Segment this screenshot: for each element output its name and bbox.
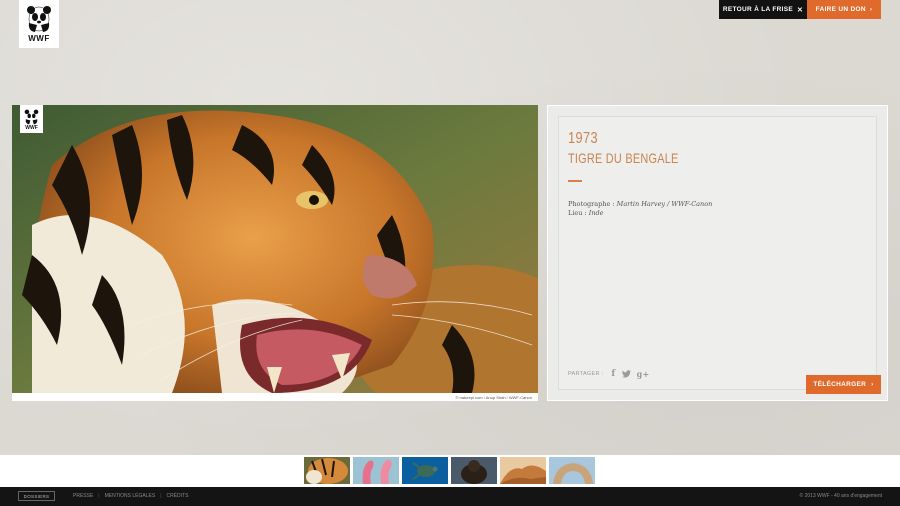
- thumbnail-rock-arch[interactable]: [549, 457, 595, 484]
- place-value: Inde: [588, 209, 604, 217]
- info-panel-inner: 1973 TIGRE DU BENGALE Photographe : Mart…: [558, 116, 881, 394]
- panda-logo-icon: [24, 109, 39, 125]
- footer-link-presse[interactable]: PRESSE: [68, 493, 98, 499]
- info-panel: 1973 TIGRE DU BENGALE Photographe : Mart…: [547, 105, 888, 401]
- share-label: PARTAGER :: [568, 371, 604, 377]
- thumbnail-dunes[interactable]: [500, 457, 546, 484]
- year-heading: 1973: [568, 130, 599, 147]
- place-label: Lieu :: [568, 209, 587, 217]
- species-title: TIGRE DU BENGALE: [568, 150, 679, 166]
- logo-text: WWF: [28, 34, 50, 43]
- copyright-text: © 2013 WWF - 40 ans d'engagement: [799, 493, 882, 499]
- photo-meta: Photographe : Martin Harvey / WWF-Canon …: [568, 200, 712, 218]
- dossiers-button[interactable]: DOSSIERS: [18, 491, 55, 501]
- thumbnail-bear[interactable]: [451, 457, 497, 484]
- chevron-right-icon: ›: [871, 381, 874, 388]
- donate-label: FAIRE UN DON: [815, 6, 866, 13]
- twitter-icon[interactable]: [621, 370, 631, 378]
- back-to-timeline-button[interactable]: RETOUR À LA FRISE ✕: [719, 0, 807, 19]
- back-label: RETOUR À LA FRISE: [722, 6, 793, 13]
- download-label: TÉLÉCHARGER: [813, 381, 867, 388]
- photo-credit: © naturepl.com / Anup Shah / WWF-Canon: [455, 395, 532, 400]
- photo-badge-text: WWF: [25, 125, 38, 131]
- title-divider: [568, 180, 582, 182]
- photo-wwf-badge: WWF: [20, 105, 43, 133]
- download-button[interactable]: TÉLÉCHARGER ›: [806, 375, 881, 394]
- footer-link-mentions[interactable]: MENTIONS LÉGALES: [100, 493, 161, 499]
- thumbnail-tiger[interactable]: [304, 457, 350, 484]
- wwf-logo[interactable]: WWF: [19, 0, 59, 48]
- panda-logo-icon: [27, 6, 51, 32]
- thumbnail-sea-turtle[interactable]: [402, 457, 448, 484]
- footer-link-credits[interactable]: CRÉDITS: [162, 493, 194, 499]
- chevron-right-icon: ›: [869, 6, 873, 13]
- share-bar: PARTAGER : f g+: [568, 369, 649, 379]
- donate-button[interactable]: FAIRE UN DON ›: [807, 0, 881, 19]
- google-plus-icon[interactable]: g+: [637, 369, 650, 379]
- thumbnail-flamingo[interactable]: [353, 457, 399, 484]
- close-icon: ✕: [796, 6, 804, 14]
- thumbnail-strip: [0, 455, 900, 487]
- photographer-label: Photographe :: [568, 200, 615, 208]
- tiger-photo: WWF: [12, 105, 538, 393]
- footer-links: PRESSE | MENTIONS LÉGALES | CRÉDITS: [68, 493, 193, 499]
- photo-frame: WWF © naturepl.com / Anup Shah / WWF-Can…: [12, 105, 538, 401]
- photographer-value: Martin Harvey / WWF-Canon: [616, 200, 713, 208]
- footer: DOSSIERS PRESSE | MENTIONS LÉGALES | CRÉ…: [0, 487, 900, 506]
- facebook-icon[interactable]: f: [611, 369, 615, 379]
